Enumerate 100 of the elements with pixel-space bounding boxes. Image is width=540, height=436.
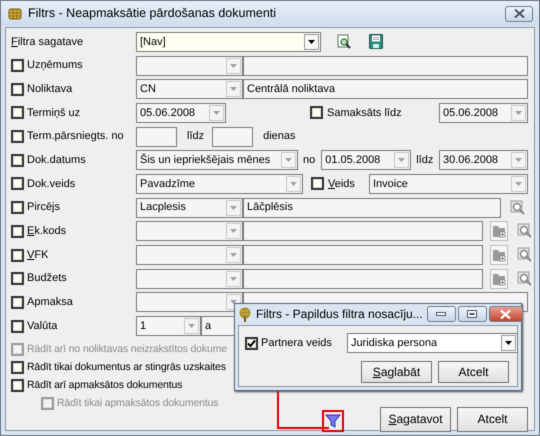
checkbox-label: Samaksāts līdz (327, 106, 402, 121)
checkbox-label: Rādīt arī no noliktavas neizrakstītos dokume (27, 342, 228, 358)
caret-icon (394, 152, 410, 168)
restore-icon (467, 310, 478, 318)
window-title: Filtrs - Papildus filtra nosacīju... (256, 306, 423, 323)
checkbox-label: Apmaksa (27, 295, 73, 310)
caret-icon (184, 318, 199, 334)
checkbox[interactable] (245, 336, 258, 350)
checkbox[interactable] (11, 177, 24, 190)
checkbox-label: Dok.datums (27, 153, 86, 168)
checkbox[interactable] (11, 106, 24, 120)
checkbox[interactable] (11, 379, 24, 392)
app-icon (238, 306, 252, 322)
minimize-button[interactable] (426, 306, 456, 322)
dialog-button[interactable]: Atcelt (438, 361, 509, 383)
window-title: Filtrs - Neapmaksātie pārdošanas dokumenti (28, 5, 276, 22)
field-label: dienas (263, 129, 296, 144)
checkbox-label: VFK (27, 248, 48, 263)
caret-icon (500, 335, 516, 351)
checkbox[interactable] (11, 361, 24, 374)
folder-add-icon[interactable] (490, 221, 508, 242)
text-field[interactable] (243, 221, 483, 242)
dropdown[interactable]: Pavadzīme (136, 174, 303, 194)
text-field[interactable] (243, 245, 483, 266)
dropdown[interactable]: 30.06.2008 (439, 150, 528, 170)
dialog-button[interactable]: Saglabāt (361, 361, 432, 383)
text-field[interactable] (136, 126, 177, 147)
restore-button[interactable] (458, 306, 487, 322)
caret-icon (209, 104, 224, 121)
dropdown[interactable]: Juridiska persona (346, 333, 518, 353)
dropdown[interactable]: Šis un iepriekšējais mēnes (136, 150, 298, 170)
checkbox[interactable] (11, 154, 24, 167)
dropdown[interactable] (136, 221, 243, 242)
checkbox[interactable] (11, 320, 24, 333)
minimize-icon (436, 312, 446, 316)
dropdown[interactable]: [Nav] (136, 32, 321, 52)
dropdown[interactable] (136, 292, 243, 312)
checkbox[interactable] (11, 59, 24, 72)
text-field[interactable] (243, 56, 528, 76)
caret-icon (286, 176, 301, 192)
dialog-button[interactable]: Atcelt (457, 406, 528, 432)
checkbox[interactable] (11, 296, 24, 309)
dropdown[interactable]: 01.05.2008 (321, 150, 412, 170)
caret-icon (511, 176, 526, 192)
checkbox[interactable] (11, 248, 24, 262)
close-icon (514, 9, 524, 18)
dropdown[interactable]: 05.06.2008 (439, 102, 528, 123)
checkbox-label: Partnera veids (261, 336, 332, 351)
checkbox-label: Term.pārsniegts. no (27, 129, 124, 144)
dropdown[interactable]: CN (136, 79, 243, 100)
checkbox[interactable] (11, 224, 24, 238)
checkbox-label: Uzņēmums (27, 58, 83, 74)
dropdown[interactable]: 05.06.2008 (136, 102, 226, 123)
text-field[interactable]: Centrālā noliktava (243, 79, 528, 100)
dialog-button[interactable]: Sagatavot (380, 406, 451, 432)
checkbox-label: Pircējs (27, 200, 60, 216)
checkbox-label: Veids (328, 176, 355, 192)
text-field[interactable] (243, 268, 483, 289)
dropdown[interactable]: Invoice (369, 174, 528, 194)
close-button[interactable] (488, 306, 523, 322)
dropdown[interactable] (136, 56, 243, 76)
dropdown[interactable] (136, 245, 243, 266)
caret-icon (226, 270, 241, 287)
checkbox-label: Budžets (27, 271, 67, 286)
field-label: no (303, 153, 316, 168)
caret-icon (226, 81, 241, 98)
checkbox-label: Dok.veids (27, 176, 76, 192)
checkbox[interactable] (11, 82, 24, 96)
text-field[interactable]: Lāčplēsis (243, 198, 501, 218)
checkbox-label: Rādīt arī apmaksātos dokumentus (27, 378, 182, 394)
dropdown[interactable]: 1 (136, 316, 201, 336)
checkbox-label: Termiņš uz (27, 106, 80, 121)
checkbox-label: Valūta (27, 318, 58, 334)
checkbox[interactable] (11, 272, 24, 286)
dropdown[interactable]: Lacplesis (136, 198, 243, 218)
folder-add-icon[interactable] (490, 245, 508, 266)
checkbox[interactable] (11, 201, 24, 214)
checkbox-label: Rādīt tikai dokumentus ar stingrās uzskaites (27, 360, 226, 376)
checkbox-label: Noliktava (27, 82, 72, 97)
text-field[interactable] (212, 126, 254, 147)
checkbox[interactable] (311, 177, 324, 190)
app-icon (7, 6, 23, 22)
caret-icon (226, 58, 241, 74)
caret-icon (226, 247, 241, 264)
close-button[interactable] (505, 6, 533, 22)
checkbox[interactable] (310, 106, 323, 120)
checkbox-label: Ek.kods (27, 224, 66, 240)
folder-add-icon[interactable] (490, 268, 508, 289)
field-label: Filtra sagatave (11, 34, 84, 50)
checkbox[interactable] (11, 130, 24, 144)
search-icon[interactable] (336, 34, 352, 50)
dropdown[interactable] (136, 268, 243, 289)
caret-icon (511, 152, 526, 168)
caret-icon (226, 200, 241, 216)
field-label: līdz (416, 153, 434, 168)
checkbox-label: Rādīt tikai apmaksātos dokumentus (57, 396, 218, 412)
check-icon (247, 338, 256, 348)
save-icon[interactable] (369, 34, 383, 50)
caret-icon (511, 104, 526, 121)
caret-icon (304, 34, 319, 50)
